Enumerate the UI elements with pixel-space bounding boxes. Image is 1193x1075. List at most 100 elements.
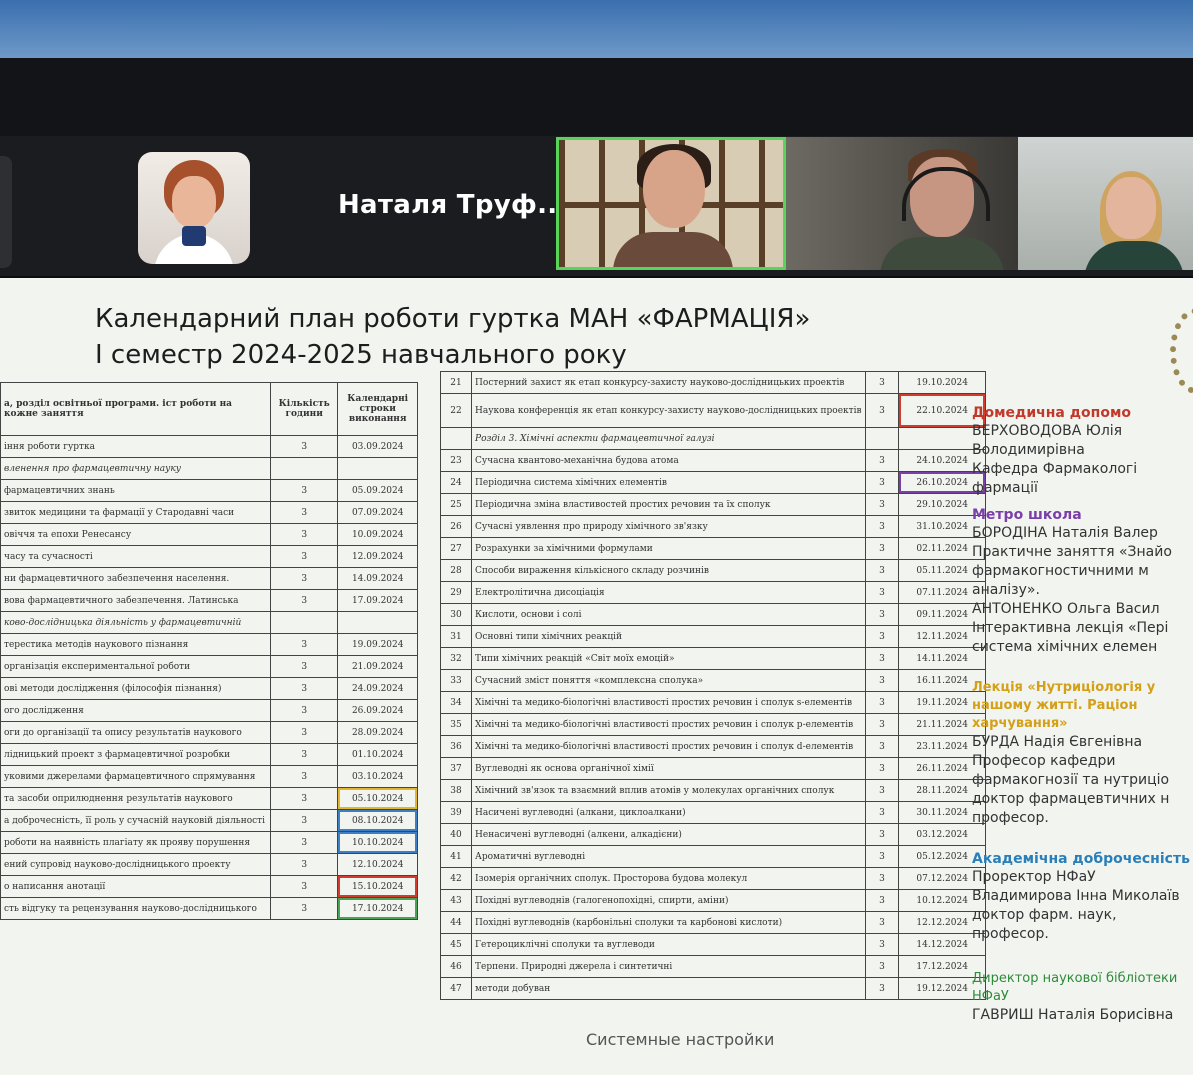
logo-wreath-icon <box>1170 308 1193 394</box>
participant-avatar[interactable] <box>138 152 250 264</box>
speaker-line: фармакогностичними м <box>972 563 1149 579</box>
row-date: 19.10.2024 <box>898 371 986 394</box>
table-row: 43 Похідні вуглеводнів (галогенопохідні, … <box>439 889 986 912</box>
system-settings-overlay-text: Системные настройки <box>586 1030 775 1049</box>
participant-tile-partial[interactable] <box>0 156 12 268</box>
row-number: 27 <box>439 537 473 560</box>
participant-video-active-speaker[interactable] <box>556 137 786 270</box>
row-topic: Терпени. Природні джерела і синтетичні <box>471 955 866 978</box>
row-hours: 3 <box>269 765 339 788</box>
row-date: 05.10.2024 <box>337 787 418 810</box>
speaker-line: система хімічних елемен <box>972 639 1158 655</box>
speaker-line: аналізу». <box>972 582 1040 598</box>
speakers-panel: Домедична допомо ВЕРХОВОДОВА Юлія Володими… <box>972 404 1193 1033</box>
row-topic: Періодична зміна властивостей простих ре… <box>471 493 866 516</box>
row-date: 24.09.2024 <box>337 677 418 700</box>
row-date: 28.09.2024 <box>337 721 418 744</box>
speaker-line: професор. <box>972 810 1049 826</box>
row-date: 17.10.2024 <box>337 897 418 920</box>
table-row: 47 методи добуван 3 19.12.2024 <box>439 977 986 1000</box>
right-schedule-table: 21 Постерний захист як етап конкурсу-захи… <box>439 371 986 1000</box>
row-hours: 3 <box>269 875 339 898</box>
row-hours: 3 <box>269 523 339 546</box>
speaker-block-title: Директор наукової бібліотеки НФаУ <box>972 971 1178 1004</box>
row-topic: ни фармацевтичного забезпечення населенн… <box>0 567 271 590</box>
row-hours: 3 <box>269 567 339 590</box>
table-row: ково-дослідницька діяльність у фармацевт… <box>0 611 418 634</box>
row-topic: Сучасний зміст поняття «комплексна сполу… <box>471 669 866 692</box>
row-hours: 3 <box>864 559 900 582</box>
row-hours: 3 <box>269 435 339 458</box>
speaker-line: Владимирова Інна Миколаїв <box>972 888 1180 904</box>
row-hours: 3 <box>864 493 900 516</box>
row-topic: оги до організації та опису результатів … <box>0 721 271 744</box>
row-hours: 3 <box>864 867 900 890</box>
table-row: фармацевтичних знань 3 05.09.2024 <box>0 479 418 502</box>
row-hours: 3 <box>864 669 900 692</box>
row-hours: 3 <box>864 713 900 736</box>
header-dates: Календарні строки виконання <box>337 382 418 436</box>
row-number: 46 <box>439 955 473 978</box>
table-row: та засоби оприлюднення результатів науко… <box>0 787 418 810</box>
participant-name[interactable]: Наталя Труф... <box>338 190 568 220</box>
table-row: а доброчесність, її роль у сучасній наук… <box>0 809 418 832</box>
table-row: 28 Способи вираження кількісного складу р… <box>439 559 986 582</box>
row-date: 17.09.2024 <box>337 589 418 612</box>
speaker-block-title: Домедична допомо <box>972 405 1132 421</box>
speaker-block-title: Метро школа <box>972 507 1082 523</box>
speaker-line: Професор кафедри <box>972 753 1116 769</box>
row-number: 25 <box>439 493 473 516</box>
table-row: 36 Хімічні та медико-біологічні властивос… <box>439 735 986 758</box>
table-row: звиток медицини та фармації у Стародавні… <box>0 501 418 524</box>
table-row: 29 Електролітична дисоціація 3 07.11.2024 <box>439 581 986 604</box>
row-hours: 3 <box>864 603 900 626</box>
row-date: 12.10.2024 <box>337 853 418 876</box>
speaker-line: професор. <box>972 926 1049 942</box>
row-hours: 3 <box>269 743 339 766</box>
row-topic: Похідні вуглеводнів (карбонільні сполуки… <box>471 911 866 934</box>
row-date: 03.10.2024 <box>337 765 418 788</box>
row-hours: 3 <box>269 699 339 722</box>
row-hours: 3 <box>864 889 900 912</box>
row-topic: ково-дослідницька діяльність у фармацевт… <box>0 611 271 634</box>
row-hours: 3 <box>864 801 900 824</box>
row-topic: Розрахунки за хімічними формулами <box>471 537 866 560</box>
shared-slide: Календарний план роботи гуртка МАН «ФАРМ… <box>0 278 1193 1075</box>
left-schedule-table: а, розділ освітньої програми. іст роботи… <box>0 382 418 920</box>
row-date: 19.09.2024 <box>337 633 418 656</box>
row-number: 45 <box>439 933 473 956</box>
row-topic: вленення про фармацевтичну науку <box>0 457 271 480</box>
row-number: 34 <box>439 691 473 714</box>
table-row: 30 Кислоти, основи і солі 3 09.11.2024 <box>439 603 986 626</box>
participant-video-3[interactable] <box>1018 137 1193 270</box>
row-topic: Хімічний зв'язок та взаємний вплив атомі… <box>471 779 866 802</box>
row-date: 08.10.2024 <box>337 809 418 832</box>
participant-video-2[interactable] <box>786 137 1018 270</box>
row-topic: вова фармацевтичного забезпечення. Латин… <box>0 589 271 612</box>
table-row: 24 Періодична система хімічних елементів 3… <box>439 471 986 494</box>
table-row: 21 Постерний захист як етап конкурсу-захи… <box>439 371 986 394</box>
row-hours: 3 <box>269 589 339 612</box>
row-number: 32 <box>439 647 473 670</box>
table-row: 44 Похідні вуглеводнів (карбонільні сполу… <box>439 911 986 934</box>
speaker-line: доктор фармацевтичних н <box>972 791 1170 807</box>
row-topic: терестика методів наукового пізнання <box>0 633 271 656</box>
table-row: 42 Ізомерія органічних сполук. Просторова… <box>439 867 986 890</box>
table-row: ений супровід науково-дослідницького про… <box>0 853 418 876</box>
row-date <box>337 457 418 480</box>
slide-title: Календарний план роботи гуртка МАН «ФАРМ… <box>95 304 811 334</box>
table-row: 23 Сучасна квантово-механічна будова атом… <box>439 449 986 472</box>
row-number: 28 <box>439 559 473 582</box>
table-row: 40 Ненасичені вуглеводні (алкени, алкадіє… <box>439 823 986 846</box>
left-table-body: іння роботи гуртка 3 03.09.2024 вленення пр… <box>0 435 418 920</box>
row-hours: 3 <box>864 537 900 560</box>
table-row: іння роботи гуртка 3 03.09.2024 <box>0 435 418 458</box>
row-hours: 3 <box>269 677 339 700</box>
table-row: роботи на наявність плагіату як прояву п… <box>0 831 418 854</box>
speaker-line: доктор фарм. наук, <box>972 907 1117 923</box>
speaker-line: Проректор НФаУ <box>972 869 1096 885</box>
row-topic: Розділ 3. Хімічні аспекти фармацевтичної… <box>471 427 866 450</box>
row-number: 44 <box>439 911 473 934</box>
row-topic: ений супровід науково-дослідницького про… <box>0 853 271 876</box>
table-row: Розділ 3. Хімічні аспекти фармацевтичної… <box>439 427 986 450</box>
